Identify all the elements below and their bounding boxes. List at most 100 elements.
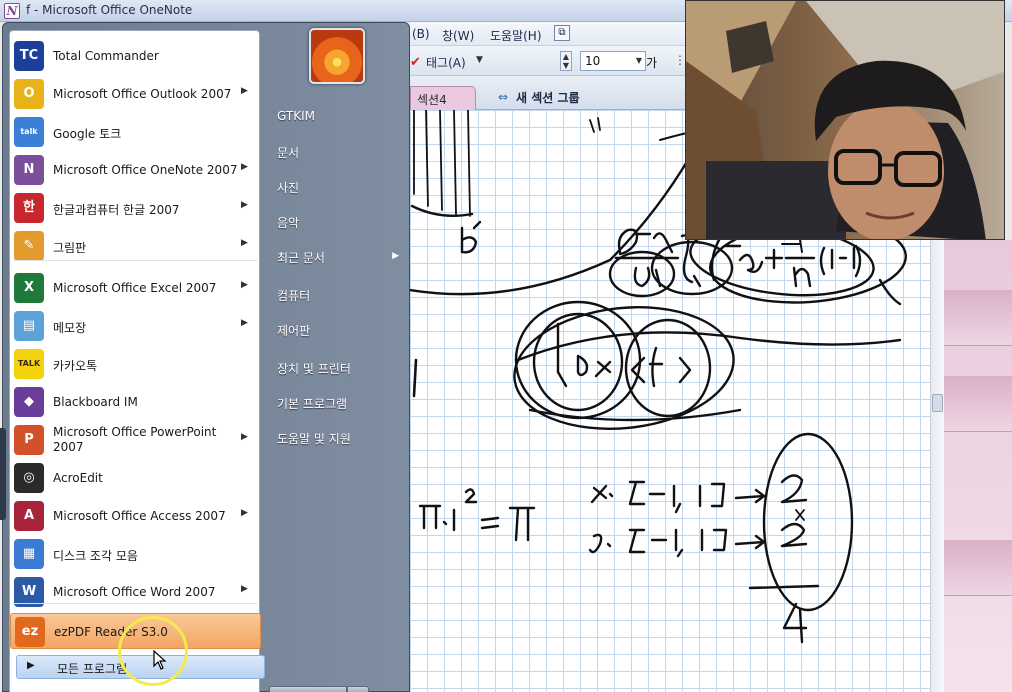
font-size-select[interactable]: 10 ▼ (580, 51, 646, 71)
program-item[interactable]: W Microsoft Office Word 2007 ▶ (10, 574, 261, 610)
place-item[interactable]: 기본 프로그램 (269, 388, 407, 416)
program-item-label: Microsoft Office Excel 2007 (53, 281, 217, 295)
menu-bar: (B) 창(W) 도움말(H) ⧉ (410, 22, 686, 46)
menu-item-window[interactable]: 창(W) (442, 27, 474, 44)
disk-defrag-icon: ▦ (14, 539, 44, 569)
program-item-label: Microsoft Office Word 2007 (53, 585, 216, 599)
submenu-arrow-icon[interactable]: ▶ (241, 318, 248, 328)
powerpoint-icon: P (14, 425, 44, 455)
place-item[interactable]: 최근 문서 ▶ (269, 242, 407, 270)
place-item-label: 문서 (277, 146, 300, 160)
program-item-label: 카카오톡 (53, 359, 98, 373)
place-item-label: 사진 (277, 181, 300, 195)
triangle-right-icon: ▶ (27, 660, 35, 671)
submenu-arrow-icon[interactable]: ▶ (241, 508, 248, 518)
program-item[interactable]: A Microsoft Office Access 2007 ▶ (10, 498, 261, 534)
page-list-panel (944, 240, 1012, 692)
start-menu: TC Total Commander O Microsoft Office Outlo… (2, 22, 410, 692)
program-item[interactable]: ◆ Blackboard IM (10, 384, 261, 420)
program-item[interactable]: TALK 카카오톡 (10, 346, 261, 382)
excel-icon: X (14, 273, 44, 303)
bold-button[interactable]: 가 (646, 54, 657, 71)
place-item-label: 장치 및 프린터 (277, 362, 351, 376)
onenote-icon: N (14, 155, 44, 185)
shutdown-button[interactable] (269, 686, 347, 692)
program-item[interactable]: TC Total Commander (10, 38, 261, 74)
place-item-label: 기본 프로그램 (277, 397, 348, 411)
restore-icon[interactable]: ⧉ (554, 25, 570, 41)
menu-item-help[interactable]: 도움말(H) (490, 27, 542, 44)
scrollbar-thumb[interactable] (932, 394, 943, 412)
window-title: f - Microsoft Office OneNote (26, 3, 193, 17)
place-item[interactable]: 음악 (269, 207, 407, 235)
program-item[interactable]: ✎ 그림판 ▶ (10, 228, 261, 264)
place-item[interactable]: 도움말 및 지원 (269, 423, 407, 451)
program-item-label: Microsoft Office OneNote 2007 (53, 163, 238, 177)
user-picture-avatar[interactable] (309, 28, 365, 84)
program-item[interactable]: N Microsoft Office OneNote 2007 ▶ (10, 152, 261, 188)
shutdown-options-button[interactable] (347, 686, 369, 692)
font-size-dropdown-icon[interactable]: ▼ (636, 56, 642, 65)
start-menu-program-list: TC Total Commander O Microsoft Office Outlo… (9, 30, 265, 692)
ezpdf-icon: ez (15, 617, 45, 647)
program-item-label: 메모장 (53, 321, 87, 335)
submenu-arrow-icon[interactable]: ▶ (241, 584, 248, 594)
tab-section4[interactable]: 섹션4 (410, 86, 476, 110)
kakaotalk-icon: TALK (14, 349, 44, 379)
program-item[interactable]: ▦ 디스크 조각 모음 (10, 536, 261, 572)
submenu-arrow-icon[interactable]: ▶ (392, 251, 399, 261)
program-item[interactable]: ▤ 메모장 ▶ (10, 308, 261, 344)
page-tab[interactable] (944, 376, 1012, 432)
tag-check-icon[interactable]: ✔ (410, 55, 421, 70)
page-tab[interactable] (944, 290, 1012, 346)
program-item-label: 그림판 (53, 241, 87, 255)
notepad-icon: ▤ (14, 311, 44, 341)
program-item-label: Google 토크 (53, 127, 122, 141)
webcam-person-image (686, 1, 1004, 239)
program-item-label: Microsoft Office PowerPoint 2007 (53, 425, 217, 454)
program-item-label: Blackboard IM (53, 395, 138, 409)
place-item[interactable]: 사진 (269, 172, 407, 200)
program-item-label: Microsoft Office Outlook 2007 (53, 87, 232, 101)
menu-item-view[interactable]: (B) (412, 27, 430, 41)
all-programs-label: 모든 프로그램 (57, 662, 128, 676)
submenu-arrow-icon[interactable]: ▶ (241, 200, 248, 210)
program-item[interactable]: O Microsoft Office Outlook 2007 ▶ (10, 76, 261, 112)
place-item[interactable]: 제어판 (269, 315, 407, 343)
blackboard-icon: ◆ (14, 387, 44, 417)
onenote-app-icon[interactable]: N (4, 3, 20, 19)
tab-section4-label: 섹션4 (417, 93, 447, 107)
place-item[interactable]: 문서 (269, 137, 407, 165)
place-item-label: 컴퓨터 (277, 289, 311, 303)
place-item[interactable]: GTKIM (269, 102, 407, 130)
program-item-label: 디스크 조각 모음 (53, 549, 138, 563)
place-item[interactable]: 컴퓨터 (269, 280, 407, 308)
menu-separator (14, 260, 257, 261)
place-item[interactable]: 장치 및 프린터 (269, 353, 407, 381)
tag-menu-button[interactable]: 태그(A) (426, 54, 466, 71)
submenu-arrow-icon[interactable]: ▶ (241, 238, 248, 248)
program-item[interactable]: talk Google 토크 (10, 114, 261, 150)
toolbar-spin-icon[interactable]: ▲ ▼ (560, 51, 572, 71)
page-tab[interactable] (944, 540, 1012, 596)
submenu-arrow-icon[interactable]: ▶ (241, 162, 248, 172)
section-tab-bar: 섹션4 ⇔ 새 섹션 그룹 (410, 76, 686, 110)
place-item-label: 도움말 및 지원 (277, 432, 351, 446)
program-item[interactable]: P Microsoft Office PowerPoint 2007 ▶ (10, 422, 261, 458)
program-item[interactable]: X Microsoft Office Excel 2007 ▶ (10, 270, 261, 306)
program-item[interactable]: 한 한글과컴퓨터 한글 2007 ▶ (10, 190, 261, 226)
font-size-value: 10 (585, 54, 601, 68)
webcam-video (685, 0, 1005, 240)
submenu-arrow-icon[interactable]: ▶ (241, 86, 248, 96)
new-section-group-icon[interactable]: ⇔ (498, 90, 508, 104)
new-section-group-button[interactable]: 새 섹션 그룹 (516, 89, 580, 106)
acroedit-icon: ◎ (14, 463, 44, 493)
mouse-pointer-icon (153, 650, 167, 670)
start-menu-places: GTKIM 문서사진음악최근 문서 ▶ 컴퓨터제어판장치 및 프린터기본 프로그램도움… (261, 23, 411, 692)
tag-dropdown-icon[interactable]: ▼ (476, 55, 483, 65)
submenu-arrow-icon[interactable]: ▶ (241, 432, 248, 442)
program-item[interactable]: ◎ AcroEdit (10, 460, 261, 496)
program-item-label: AcroEdit (53, 471, 103, 485)
submenu-arrow-icon[interactable]: ▶ (241, 280, 248, 290)
total-commander-icon: TC (14, 41, 44, 71)
